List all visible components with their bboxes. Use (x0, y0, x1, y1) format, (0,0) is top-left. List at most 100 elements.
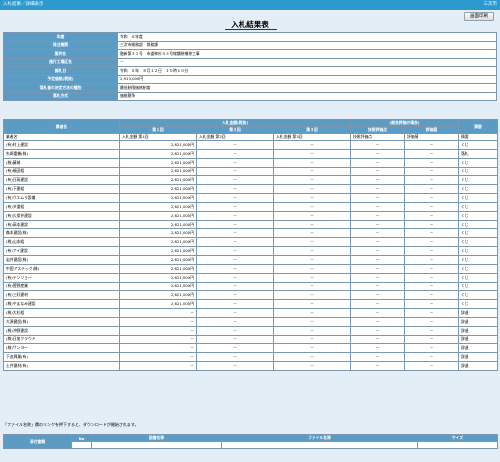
bid-tech-score: － (350, 316, 405, 327)
bid-amount-round1: 2,621,000円 (119, 290, 197, 301)
bid-eval-value: － (404, 148, 459, 159)
bid-amount-round2: － (196, 184, 274, 195)
bid-tech-score: － (350, 246, 405, 256)
bid-row: (株)日加クラウド－－－－－辞退 (3, 334, 498, 345)
bid-company-cell: (有)高本建設 (3, 219, 120, 230)
bid-eval-value: － (404, 254, 459, 265)
bid-tech-score: － (350, 140, 405, 150)
bid-row: (株)沖野建設－－－－－辞退 (3, 325, 498, 336)
bid-row: (有)日高建設 2,621,000円－－－－くじ (3, 175, 498, 186)
bid-company-cell: 矢崎重機(株) (3, 148, 120, 159)
bid-amount-round1: 2,621,000円 (119, 140, 197, 150)
bid-row: 大源建設(株) －－－－－辞退 (3, 316, 498, 327)
info-value: 価格競争 (117, 91, 497, 101)
info-label: 落札方式 (3, 91, 118, 101)
bid-company-cell: (有)久保井建設 (3, 210, 120, 221)
subheader-row: 業者名 入札金額 第1回 入札金額 第2回 入札金額 第3回 技術評価点 評価値… (3, 133, 498, 141)
bid-amount-round2: － (196, 157, 274, 168)
bid-amount-round3: － (273, 148, 351, 159)
info-value: － (117, 57, 497, 67)
bid-amount-round3: － (273, 316, 351, 327)
bid-tech-score: － (350, 308, 405, 318)
bid-company-cell: 大源建設(株) (3, 316, 120, 327)
bid-tech-score: － (350, 193, 405, 203)
bid-company-cell: (有)福田組 (3, 166, 120, 177)
bid-remarks: 辞退 (458, 334, 498, 345)
bid-amount-round1: － (119, 343, 197, 354)
title-underline (225, 29, 277, 30)
bid-amount-round1: 2,621,000円 (119, 210, 197, 221)
bid-company-cell: (株)山本組 (3, 237, 120, 248)
bid-amount-round1: 2,621,000円 (119, 201, 197, 212)
bid-tech-score: － (350, 166, 405, 177)
att-cell (71, 441, 92, 449)
bid-tech-score: － (350, 201, 405, 212)
bid-tech-score: － (350, 281, 405, 292)
top-bar: 入札結果／詳細表示 三次市 (0, 0, 500, 10)
bid-company-cell: (株)やまなみ建設 (3, 299, 120, 310)
bid-eval-value: － (404, 193, 459, 203)
col-header-remarks: 摘要 (458, 119, 498, 134)
bid-company-cell: 岩井建設(株) (3, 254, 120, 265)
bid-amount-round1: 2,621,000円 (119, 263, 197, 274)
attachments-label: 添付書類 (3, 434, 72, 449)
bid-amount-round3: － (273, 219, 351, 230)
bid-row: (有)テンリョー 2,621,000円－－－－くじ (3, 272, 498, 283)
bid-amount-round3: － (273, 228, 351, 239)
bid-tech-score: － (350, 343, 405, 354)
bid-amount-round2: － (196, 308, 274, 318)
bid-remarks: 落札 (458, 148, 498, 159)
bid-amount-round1: 2,621,000円 (119, 219, 197, 230)
bid-row: (有)久保井建設 2,621,000円－－－－くじ (3, 210, 498, 221)
city-link[interactable]: 三次市 (484, 0, 498, 10)
bid-eval-value: － (404, 175, 459, 186)
subheader-company: 業者名 (3, 133, 120, 141)
bid-amount-round3: － (273, 157, 351, 168)
bid-eval-value: － (404, 219, 459, 230)
att-header-no: No (71, 434, 92, 442)
bid-eval-value: － (404, 246, 459, 256)
col-header-round2: 第２回 (196, 126, 274, 134)
bid-tech-score: － (350, 334, 405, 345)
bid-tech-score: － (350, 325, 405, 336)
bid-eval-value: － (404, 325, 459, 336)
bid-row: (株)藤城 2,621,000円－－－－くじ (3, 157, 498, 168)
bid-eval-value: － (404, 228, 459, 239)
bid-eval-value: － (404, 299, 459, 310)
col-header-round1: 第１回 (119, 126, 197, 134)
bid-eval-value: － (404, 157, 459, 168)
bid-amount-round2: － (196, 343, 274, 354)
info-row: 開札日 令和 ６年 ８月１２日 １０時１０分 (3, 66, 497, 76)
bid-company-cell: 森本建設(株) (3, 228, 120, 239)
bid-row: (有)ウエムラ設備 2,621,000円－－－－くじ (3, 193, 498, 203)
bid-amount-round1: 2,621,000円 (119, 175, 197, 186)
download-note: 「ファイル名称」欄のリンクを押下すると、ダウンロードが開始されます。 (3, 422, 139, 427)
bid-amount-round2: － (196, 325, 274, 336)
info-value: 令和 ６年 ８月１２日 １０時１０分 (117, 66, 497, 76)
bid-row: (有)ダ道組 2,621,000円－－－－くじ (3, 201, 498, 212)
bid-row: 森本建設(株) 2,621,000円－－－－くじ (3, 228, 498, 239)
bid-remarks: 辞退 (458, 325, 498, 336)
bid-eval-value: － (404, 281, 459, 292)
bid-row: (有)高本建設 2,621,000円－－－－くじ (3, 219, 498, 230)
bid-row: (株)大杉組－－－－－辞退 (3, 308, 498, 318)
att-cell (221, 441, 418, 449)
bid-results-table: 業者名 入札金額(税抜) (総合評価の場合) 摘要 第１回 第２回 第３回 技術… (3, 119, 498, 371)
bid-row: 中国アステック(株) 2,621,000円－－－－くじ (3, 263, 498, 274)
bid-remarks: くじ (458, 184, 498, 195)
bid-tech-score: － (350, 254, 405, 265)
info-value: 最低制限価格制度 (117, 83, 497, 93)
bid-company-cell: (株)大杉組 (3, 308, 120, 318)
bid-amount-round2: － (196, 237, 274, 248)
bid-amount-round1: 2,621,000円 (119, 166, 197, 177)
bid-amount-round2: － (196, 299, 274, 310)
bid-row: (有)三好建材 2,621,000円－－－－くじ (3, 290, 498, 301)
bid-row: (有)下建組 2,621,000円－－－－くじ (3, 184, 498, 195)
bid-amount-round1: 2,621,000円 (119, 272, 197, 283)
bid-company-cell: (有)テンリョー (3, 272, 120, 283)
subheader-remarks: 摘要 (458, 133, 498, 141)
bid-amount-round1: 2,621,000円 (119, 246, 197, 256)
bid-amount-round3: － (273, 281, 351, 292)
bid-remarks: 辞退 (458, 343, 498, 354)
bid-amount-round3: － (273, 237, 351, 248)
